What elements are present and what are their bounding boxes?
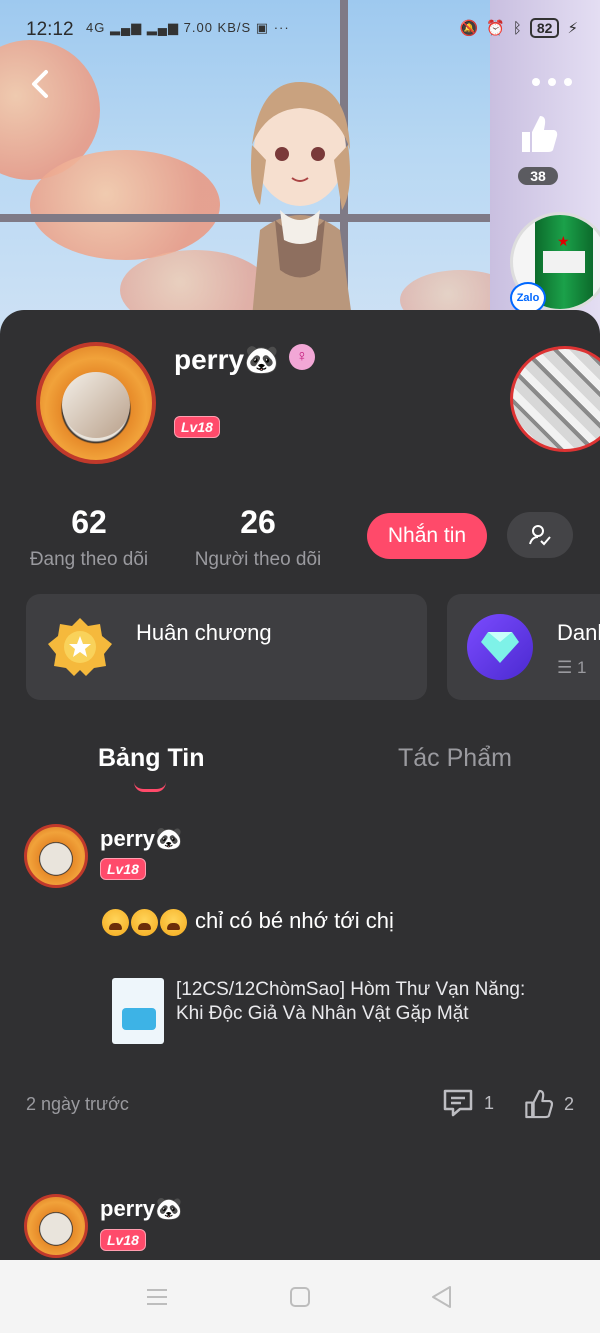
post-author[interactable]: perry🐼 [100, 826, 182, 852]
more-options-button[interactable] [532, 70, 572, 94]
post-avatar[interactable] [24, 824, 88, 888]
tab-works[interactable]: Tác Phẩm [398, 744, 512, 773]
followers-count: 26 [240, 504, 276, 540]
list-card[interactable]: Danh ☰ 1 [447, 594, 600, 700]
post-author[interactable]: perry🐼 [100, 1196, 182, 1222]
message-button[interactable]: Nhắn tin [367, 513, 487, 559]
back-icon[interactable] [22, 66, 58, 102]
level-badge: Lv18 [174, 416, 220, 438]
profile-card: perry🐼 ♀ Lv18 62 Đang theo dõi 26 Người … [0, 310, 600, 1270]
crying-emoji-icon [102, 908, 187, 936]
profile-like-button[interactable]: 38 [512, 112, 564, 186]
status-more: ··· [273, 20, 290, 35]
mute-icon: 🔕 [459, 20, 479, 37]
signal-icon: ▂▄▆ ▂▄▆ [109, 20, 179, 35]
battery-level: 82 [529, 18, 560, 38]
following-count: 62 [71, 504, 107, 540]
alarm-icon: ⏰ [486, 20, 505, 37]
diamond-icon [467, 614, 533, 680]
followers-stat[interactable]: 26 Người theo dõi [190, 504, 326, 571]
dot-icon [564, 78, 572, 86]
follow-button[interactable] [507, 512, 573, 558]
post-caption: chỉ có bé nhớ tới chị [195, 908, 394, 933]
app-notification-icon: ▣ [255, 20, 270, 35]
status-bar: 12:12 4G ▂▄▆ ▂▄▆ 7.00 KB/S ▣ ··· 🔕 ⏰ ᛒ 8… [0, 0, 600, 60]
post-avatar[interactable] [24, 1194, 88, 1258]
dot-icon [548, 78, 556, 86]
female-gender-icon: ♀ [289, 344, 315, 370]
comment-count: 1 [484, 1092, 495, 1113]
bluetooth-icon: ᛒ [512, 19, 522, 37]
followers-label: Người theo dõi [194, 549, 322, 570]
medal-label: Huân chương [136, 620, 272, 645]
article-title: [12CS/12ChòmSao] Hòm Thư Vạn Năng: Khi Đ… [176, 979, 526, 1024]
thumbs-up-icon [525, 1089, 554, 1119]
list-count: ☰ 1 [557, 658, 587, 677]
profile-avatar[interactable] [36, 342, 156, 464]
menu-icon[interactable] [144, 1284, 170, 1310]
thumbs-up-icon [522, 116, 558, 152]
status-signal: 4G ▂▄▆ ▂▄▆ 7.00 KB/S ▣ ··· [86, 20, 290, 36]
network-speed: 7.00 KB/S [183, 20, 252, 35]
linked-article[interactable]: [12CS/12ChòmSao] Hòm Thư Vạn Năng: Khi Đ… [112, 976, 552, 1046]
character-illustration [250, 81, 355, 340]
comment-button[interactable]: 1 [442, 1088, 494, 1118]
like-count: 38 [518, 167, 558, 185]
profile-banner: 12:12 4G ▂▄▆ ▂▄▆ 7.00 KB/S ▣ ··· 🔕 ⏰ ᛒ 8… [0, 0, 600, 340]
following-label: Đang theo dõi [29, 549, 149, 570]
following-stat[interactable]: 62 Đang theo dõi [26, 504, 152, 571]
status-time: 12:12 [26, 19, 74, 40]
tab-feed[interactable]: Bảng Tin [98, 744, 204, 773]
post-time: 2 ngày trước [26, 1094, 129, 1114]
comment-icon [443, 1089, 473, 1117]
post-text: chỉ có bé nhớ tới chị [102, 908, 394, 936]
charging-icon: ⚡ [567, 20, 578, 37]
dot-icon [532, 78, 540, 86]
home-icon[interactable] [287, 1284, 313, 1310]
person-check-icon [529, 525, 551, 546]
medal-card[interactable]: Huân chương [26, 594, 427, 700]
back-nav-icon[interactable] [429, 1284, 455, 1310]
system-navigation-bar [0, 1260, 600, 1333]
post-like-button[interactable]: 2 [522, 1088, 574, 1120]
active-tab-indicator [134, 782, 166, 792]
profile-username: perry🐼 [174, 344, 279, 375]
article-thumbnail [112, 978, 164, 1044]
post-like-count: 2 [564, 1093, 575, 1114]
status-right-icons: 🔕 ⏰ ᛒ 82 ⚡ [459, 18, 578, 38]
signal-label: 4G [86, 20, 106, 35]
post-level-badge: Lv18 [100, 858, 146, 880]
post-level-badge: Lv18 [100, 1229, 146, 1251]
group-avatar[interactable] [510, 346, 600, 452]
medal-icon [48, 618, 112, 676]
list-label: Danh [557, 620, 600, 645]
